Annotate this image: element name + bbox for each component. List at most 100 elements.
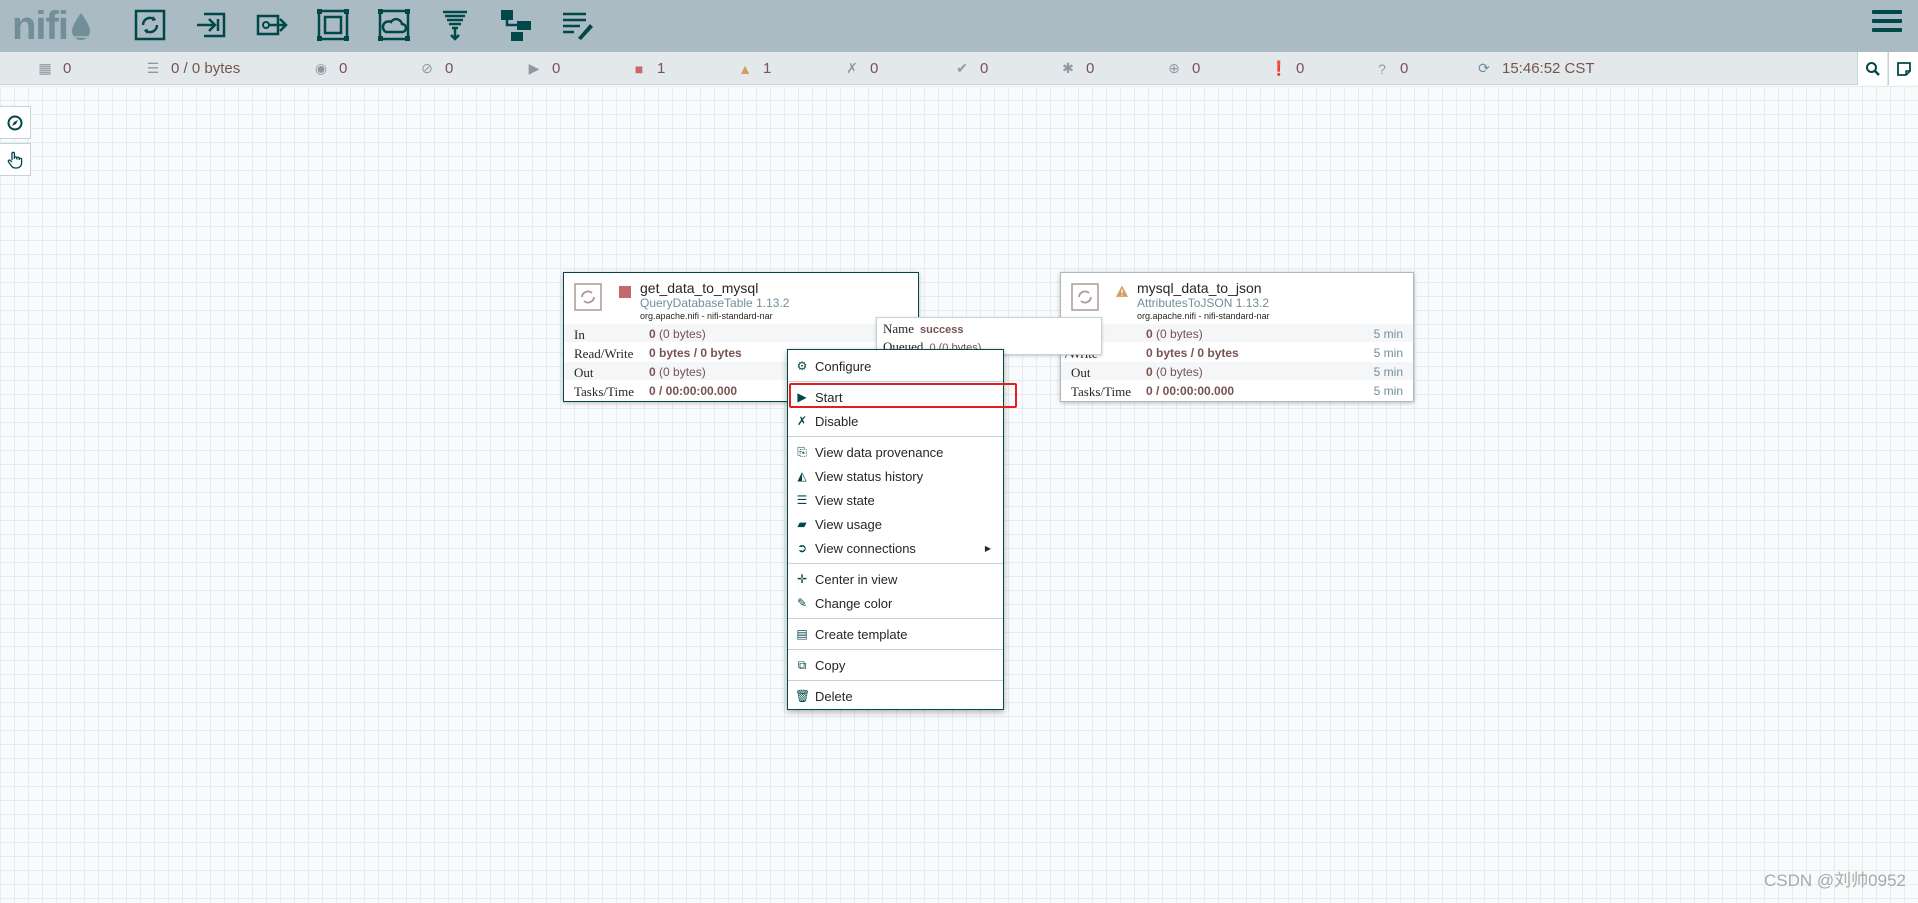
menu-item-view-connections[interactable]: ➲ View connections ▶ (788, 536, 1003, 560)
menu-item-delete[interactable]: 🗑 Delete (788, 684, 1003, 708)
arrow-circle-icon: ➲ (796, 541, 808, 555)
add-remote-process-group-button[interactable] (374, 5, 414, 45)
play-icon: ▶ (528, 60, 540, 76)
menu-divider (788, 649, 1003, 650)
menu-item-start[interactable]: ▶ Start (788, 385, 1003, 409)
arrow-up-circle-icon: ⊕ (1168, 60, 1180, 76)
status-up-to-date: ✔ 0 (954, 52, 988, 85)
menu-item-copy[interactable]: ⧉ Copy (788, 653, 1003, 677)
paintbrush-icon: ✎ (796, 596, 808, 610)
warning-icon (1116, 285, 1128, 297)
processor-bundle: org.apache.nifi - nifi-standard-nar (640, 311, 773, 321)
template-icon (501, 10, 531, 41)
menu-bar-icon (1872, 28, 1902, 32)
processor-icon (1071, 283, 1099, 311)
add-label-button[interactable] (557, 5, 597, 45)
watermark: CSDN @刘帅0952 (1764, 871, 1906, 890)
not-transmitting-icon: ⊘ (421, 60, 433, 76)
global-menu-button[interactable] (1872, 10, 1902, 38)
add-process-group-button[interactable] (313, 5, 353, 45)
menu-divider (788, 563, 1003, 564)
connection-name-row: Name success (883, 321, 964, 336)
gear-icon: ⚙ (796, 359, 808, 373)
queue-icon: ☰ (146, 60, 160, 76)
menu-item-view-status-history[interactable]: ◭ View status history (788, 464, 1003, 488)
status-locally-modified-stale: ❗ 0 (1270, 60, 1305, 77)
logo-text: nifi (12, 3, 69, 48)
nifi-logo: nifi (12, 4, 92, 48)
status-sync-failure: ? 0 (1374, 52, 1408, 85)
transmitting-icon: ◉ (314, 60, 328, 76)
check-icon: ✔ (956, 60, 968, 76)
menu-divider (788, 618, 1003, 619)
stats-row-in: In 0 (0 bytes) 5 (564, 323, 918, 342)
status-queued: ☰ 0 / 0 bytes (146, 60, 241, 77)
compass-icon (7, 115, 23, 130)
stats-row-tasks: Tasks/Time 0 / 00:00:00.000 5 min (1061, 380, 1413, 399)
menu-item-change-color[interactable]: ✎ Change color (788, 591, 1003, 615)
add-output-port-button[interactable] (252, 5, 292, 45)
disable-icon: ✗ (796, 414, 808, 428)
drop-icon (71, 13, 90, 40)
book-icon: ▰ (797, 517, 807, 531)
processor-name: mysql_data_to_json (1137, 280, 1262, 296)
stopped-state-icon (619, 286, 631, 298)
status-locally-modified: ✱ 0 (1060, 52, 1094, 85)
warning-icon: ▲ (738, 60, 752, 77)
context-menu: ⚙ Configure ▶ Start ✗ Disable ⎘ View data pr… (787, 349, 1004, 710)
status-stopped: ■ 1 (631, 52, 666, 85)
output-port-icon (256, 14, 288, 36)
remote-process-group-icon (378, 9, 410, 41)
status-not-transmitting: ⊘ 0 (419, 52, 453, 85)
processor-header: mysql_data_to_json AttributesToJSON 1.13… (1061, 273, 1413, 323)
menu-item-view-state[interactable]: ☰ View state (788, 488, 1003, 512)
status-disabled: ✗ 0 (844, 52, 878, 85)
status-last-refreshed[interactable]: ⟳ 15:46:52 CST (1476, 52, 1594, 85)
menu-item-disable[interactable]: ✗ Disable (788, 409, 1003, 433)
add-template-button[interactable] (496, 5, 536, 45)
bulletin-board-button[interactable] (1888, 52, 1918, 85)
header-toolbar: nifi (0, 0, 1918, 52)
threads-icon: ▦ (38, 60, 52, 76)
navigate-button[interactable] (0, 106, 31, 139)
list-icon: ☰ (796, 493, 808, 507)
menu-item-view-usage[interactable]: ▰ View usage (788, 512, 1003, 536)
operate-button[interactable] (0, 143, 31, 176)
status-stale: ⊕ 0 (1166, 52, 1200, 85)
process-group-icon (317, 9, 349, 41)
stats-row-in: 0 (0 bytes) 5 min (1061, 323, 1413, 342)
menu-divider (788, 436, 1003, 437)
area-chart-icon: ◭ (797, 469, 807, 483)
processor-bundle: org.apache.nifi - nifi-standard-nar (1137, 311, 1270, 321)
menu-bar-icon (1872, 19, 1902, 23)
menu-item-create-template[interactable]: ▤ Create template (788, 622, 1003, 646)
trash-icon: 🗑 (795, 689, 811, 703)
play-icon: ▶ (797, 390, 807, 404)
disabled-icon: ✗ (846, 60, 858, 76)
asterisk-icon: ✱ (1062, 60, 1074, 76)
processor-name: get_data_to_mysql (640, 280, 759, 296)
add-input-port-button[interactable] (191, 5, 231, 45)
hand-pointer-icon (7, 151, 23, 169)
menu-item-configure[interactable]: ⚙ Configure (788, 354, 1003, 378)
add-processor-button[interactable] (130, 5, 170, 45)
menu-divider (788, 381, 1003, 382)
provenance-icon: ⎘ (797, 444, 807, 459)
processor-type: QueryDatabaseTable 1.13.2 (640, 296, 790, 310)
input-port-icon (197, 12, 226, 38)
exclamation-circle-icon: ❗ (1270, 60, 1288, 76)
label-icon (563, 12, 593, 40)
add-funnel-button[interactable] (435, 5, 475, 45)
stop-icon: ■ (634, 60, 644, 77)
search-icon (1865, 61, 1880, 76)
question-icon: ? (1378, 60, 1386, 77)
sticky-note-icon (1896, 61, 1911, 76)
status-invalid: ▲ 1 (738, 60, 772, 77)
processor-mysql-data-to-json[interactable]: mysql_data_to_json AttributesToJSON 1.13… (1060, 272, 1414, 402)
search-button[interactable] (1857, 52, 1887, 85)
menu-item-center-in-view[interactable]: ✛ Center in view (788, 567, 1003, 591)
menu-item-view-provenance[interactable]: ⎘ View data provenance (788, 440, 1003, 464)
stats-row-read-write: /Write 0 bytes / 0 bytes 5 min (1061, 342, 1413, 361)
refresh-icon[interactable]: ⟳ (1476, 60, 1492, 77)
funnel-icon (443, 10, 467, 41)
